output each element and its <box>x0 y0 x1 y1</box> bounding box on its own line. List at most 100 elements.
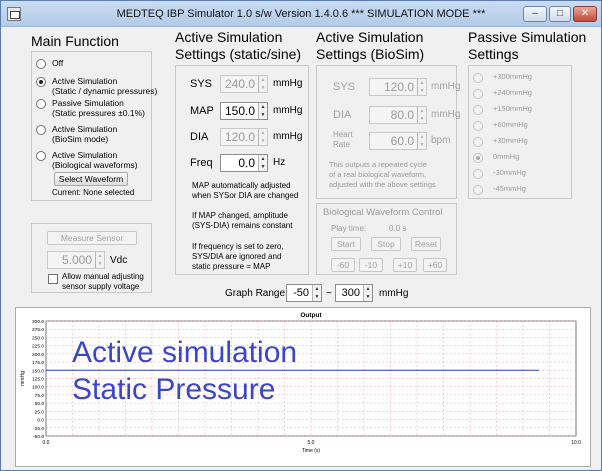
radio-button[interactable] <box>36 59 46 69</box>
y-tick-label: 75.0 <box>35 393 45 399</box>
radio-button[interactable] <box>473 185 483 195</box>
static-row-spinner[interactable]: 0.0 ▲ ▼ <box>220 154 268 172</box>
passive-option-label: +240mmHg <box>493 88 532 97</box>
radio-button[interactable] <box>36 125 46 135</box>
step-plus-60-button[interactable]: +60 <box>423 258 447 272</box>
main-function-option[interactable]: Off <box>36 58 63 69</box>
select-waveform-button[interactable]: Select Waveform <box>54 172 128 186</box>
close-button[interactable]: ✕ <box>573 6 597 22</box>
passive-option[interactable]: -30mmHg <box>473 168 526 179</box>
y-tick-label: 25.0 <box>35 409 45 415</box>
y-tick-label: 250.0 <box>32 335 44 341</box>
static-row-value: 0.0 <box>238 156 255 170</box>
spinner-arrows-icon[interactable]: ▲ ▼ <box>363 285 372 301</box>
passive-option[interactable]: +240mmHg <box>473 88 532 99</box>
radio-button[interactable] <box>473 73 483 83</box>
radio-button[interactable] <box>473 105 483 115</box>
biosim-sys-spinner[interactable]: 120.0 ▲ ▼ <box>369 78 427 96</box>
passive-option[interactable]: +30mmHg <box>473 136 528 147</box>
maximize-button[interactable]: □ <box>549 6 571 22</box>
biosim-hr-value: 60.0 <box>390 134 414 148</box>
y-tick-label: 200.0 <box>32 352 44 358</box>
passive-option[interactable]: -45mmHg <box>473 184 526 195</box>
static-row-label: MAP <box>190 105 214 117</box>
static-row-spinner[interactable]: 240.0 ▲ ▼ <box>220 75 268 93</box>
main-function-option[interactable]: Active Simulation (BioSim mode) <box>36 124 117 144</box>
y-tick-label: 50.0 <box>35 401 45 407</box>
stop-button[interactable]: Stop <box>371 237 401 251</box>
passive-option-label: +150mmHg <box>493 104 532 113</box>
static-row-value: 120.0 <box>224 130 255 144</box>
step-minus-60-button[interactable]: -60 <box>331 258 355 272</box>
spinner-arrows-icon[interactable]: ▲ ▼ <box>417 79 426 95</box>
graph-max-spinner[interactable]: 300 ▲ ▼ <box>335 284 373 302</box>
radio-button[interactable] <box>473 89 483 99</box>
spinner-arrows-icon[interactable]: ▲ ▼ <box>95 252 104 268</box>
sensor-voltage-spinner[interactable]: 5.000 ▲ ▼ <box>47 251 105 269</box>
radio-button[interactable] <box>473 153 483 163</box>
measure-sensor-button[interactable]: Measure Sensor <box>47 231 137 245</box>
biosim-hr-unit: bpm <box>431 135 451 146</box>
sensor-unit: Vdc <box>110 255 128 266</box>
x-tick-label: 5.0 <box>308 440 315 446</box>
biosim-dia-spinner[interactable]: 80.0 ▲ ▼ <box>369 106 427 124</box>
static-row-spinner[interactable]: 120.0 ▲ ▼ <box>220 128 268 146</box>
main-function-option[interactable]: Active Simulation (Static / dynamic pres… <box>36 76 157 96</box>
step-minus-10-button[interactable]: -10 <box>359 258 383 272</box>
passive-option-label: 0mmHg <box>493 152 520 161</box>
static-row-unit: mmHg <box>273 131 303 142</box>
biosim-hr-spinner[interactable]: 60.0 ▲ ▼ <box>369 132 427 150</box>
graph-min-spinner[interactable]: -50 ▲ ▼ <box>286 284 322 302</box>
static-row-value: 240.0 <box>224 77 255 91</box>
spinner-arrows-icon[interactable]: ▲ ▼ <box>258 76 267 92</box>
biosim-dia-unit: mmHg <box>431 109 461 120</box>
y-tick-label: 275.0 <box>32 327 44 333</box>
spinner-arrows-icon[interactable]: ▲ ▼ <box>312 285 321 301</box>
allow-manual-checkbox[interactable] <box>48 274 58 284</box>
static-row-spinner[interactable]: 150.0 ▲ ▼ <box>220 102 268 120</box>
biosim-sys-label: SYS <box>333 81 356 93</box>
radio-button[interactable] <box>36 99 46 109</box>
passive-option[interactable]: +60mmHg <box>473 120 528 131</box>
passive-option[interactable]: +300mmHg <box>473 72 532 83</box>
app-window: MEDTEQ IBP Simulator 1.0 s/w Version 1.4… <box>0 0 602 471</box>
radio-button[interactable] <box>473 121 483 131</box>
option-label: Off <box>52 58 64 68</box>
static-row-unit: Hz <box>273 157 286 168</box>
option-label: Active Simulation (Static / dynamic pres… <box>52 76 158 96</box>
main-function-option[interactable]: Active Simulation (Biological waveforms) <box>36 150 138 170</box>
x-axis-label: Time (s) <box>302 448 320 454</box>
biosim-note: This outputs a repeated cycle of a real … <box>329 160 436 189</box>
spinner-arrows-icon[interactable]: ▲ ▼ <box>417 133 426 149</box>
passive-option[interactable]: 0mmHg <box>473 152 519 163</box>
option-label: Passive Simulation (Static pressures ±0.… <box>52 98 146 118</box>
radio-button[interactable] <box>473 169 483 179</box>
radio-button[interactable] <box>36 151 46 161</box>
spinner-arrows-icon[interactable]: ▲ ▼ <box>258 129 267 145</box>
output-graph: Output 300.0 275.0 250.0 225.0 200.0 175.0 150.… <box>15 307 591 467</box>
spinner-arrows-icon[interactable]: ▲ ▼ <box>258 155 267 171</box>
play-time-label: Play time: <box>331 224 367 233</box>
spinner-arrows-icon[interactable]: ▲ ▼ <box>258 103 267 119</box>
reset-button[interactable]: Reset <box>411 237 441 251</box>
biosim-hr-label: Heart Rate <box>333 130 353 149</box>
current-waveform-label: Current: None selected <box>52 188 135 197</box>
passive-option[interactable]: +150mmHg <box>473 104 532 115</box>
main-function-option[interactable]: Passive Simulation (Static pressures ±0.… <box>36 98 145 118</box>
passive-option-label: -30mmHg <box>493 168 526 177</box>
radio-button[interactable] <box>473 137 483 147</box>
play-time-value: 0.0 s <box>389 224 407 233</box>
passive-option-label: +300mmHg <box>493 72 532 81</box>
spinner-arrows-icon[interactable]: ▲ ▼ <box>417 107 426 123</box>
radio-button[interactable] <box>36 77 46 87</box>
start-button[interactable]: Start <box>331 237 361 251</box>
graph-max-value: 300 <box>341 287 360 299</box>
graph-range-unit: mmHg <box>379 288 409 299</box>
biosim-title: Active Simulation Settings (BioSim) <box>316 29 425 62</box>
biosim-panel: SYS 120.0 ▲ ▼ mmHg DIA 80.0 ▲ ▼ mmHg Heart… <box>316 65 461 199</box>
y-tick-label: 125.0 <box>32 377 44 383</box>
option-label: Active Simulation (BioSim mode) <box>52 124 118 144</box>
minimize-button[interactable]: – <box>523 6 547 22</box>
step-plus-10-button[interactable]: +10 <box>393 258 417 272</box>
static-row-unit: mmHg <box>273 105 303 116</box>
